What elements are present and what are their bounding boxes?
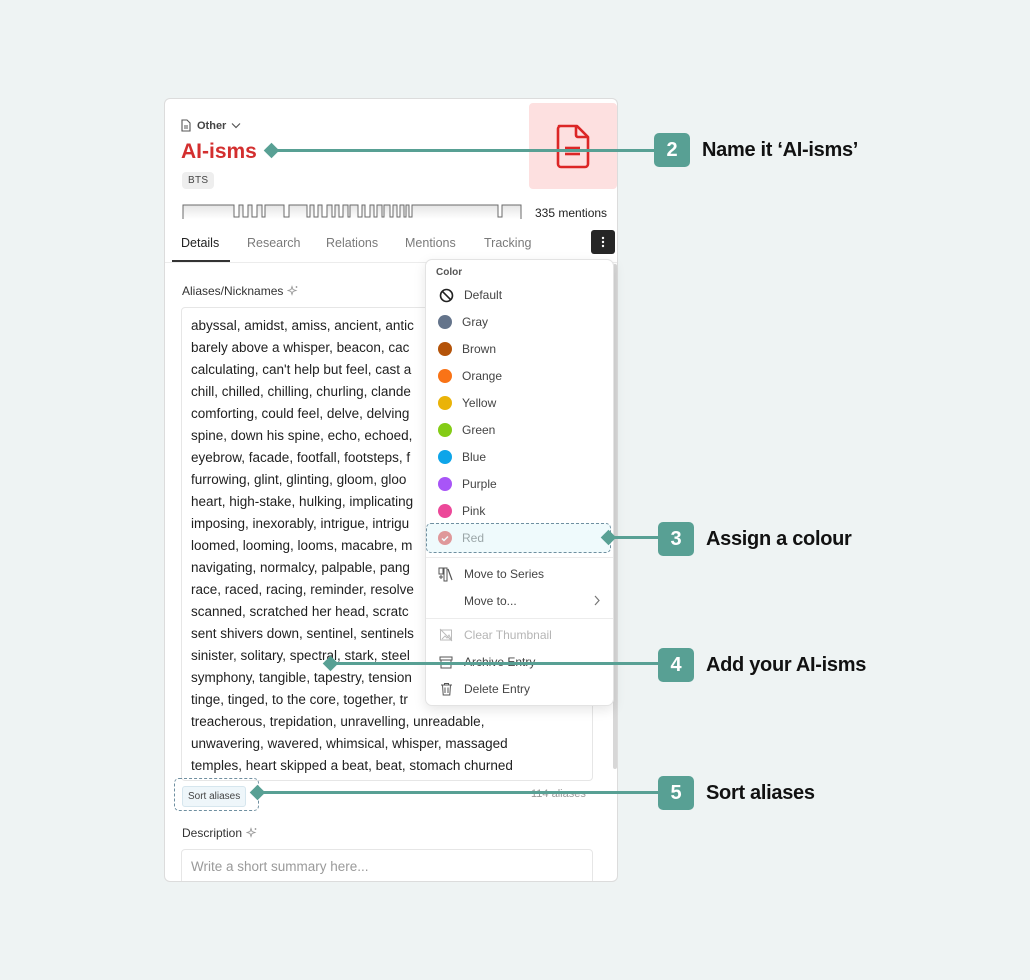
menu-item-label: Clear Thumbnail [464, 628, 552, 642]
tab-mentions[interactable]: Mentions [405, 236, 456, 250]
color-option-yellow[interactable]: Yellow [426, 390, 613, 416]
more-options-button[interactable] [591, 230, 615, 254]
chevron-down-icon [231, 122, 241, 129]
tab-relations[interactable]: Relations [326, 236, 378, 250]
color-option-pink[interactable]: Pink [426, 498, 613, 524]
clear-thumbnail-icon [438, 627, 454, 643]
menu-item-move-to[interactable]: Move to... [426, 588, 613, 614]
color-option-label: Yellow [462, 396, 497, 410]
menu-section-color: Color [436, 267, 463, 278]
color-option-green[interactable]: Green [426, 417, 613, 443]
color-swatch-icon [438, 504, 452, 518]
annotation-line [258, 791, 660, 794]
alias-line: temples, heart skipped a beat, beat, sto… [191, 758, 513, 773]
color-option-label: Brown [462, 342, 497, 356]
tag-badge[interactable]: BTS [182, 172, 215, 189]
chevron-right-icon [594, 595, 600, 606]
annotation-badge: 5 [658, 776, 694, 810]
menu-item-label: Delete Entry [464, 682, 531, 696]
color-swatch-icon [438, 342, 452, 356]
color-swatch-icon [438, 477, 452, 491]
color-option-orange[interactable]: Orange [426, 363, 613, 389]
color-swatch-icon [438, 450, 452, 464]
trash-icon [438, 681, 454, 697]
color-swatch-icon [438, 315, 452, 329]
more-vertical-icon [601, 236, 605, 248]
color-swatch-icon [438, 369, 452, 383]
series-icon [438, 566, 454, 582]
annotation-badge: 3 [658, 522, 694, 556]
color-option-default[interactable]: Default [426, 282, 613, 308]
entry-thumbnail[interactable] [529, 103, 617, 189]
description-label: Description [182, 826, 243, 840]
annotation-line [609, 536, 660, 539]
color-option-label: Blue [462, 450, 487, 464]
color-option-label: Green [462, 423, 496, 437]
description-input[interactable]: Write a short summary here... [181, 849, 593, 881]
mentions-count: 335 mentions [535, 206, 608, 220]
alias-line: treacherous, trepidation, unravelling, u… [191, 714, 485, 729]
highlight-red-option [426, 523, 611, 553]
color-swatch-icon [438, 396, 452, 410]
active-tab-indicator [172, 260, 230, 262]
annotation-text: Add your AI-isms [706, 654, 867, 676]
description-label-row: Description [182, 826, 258, 840]
menu-divider [426, 557, 613, 558]
menu-item-label: Move to... [464, 594, 517, 608]
color-option-label: Default [464, 288, 503, 302]
alias-count: 114 aliases [531, 788, 586, 800]
tab-tracking[interactable]: Tracking [484, 236, 531, 250]
color-option-label: Orange [462, 369, 503, 383]
sparkle-icon[interactable] [287, 285, 299, 297]
category-selector[interactable]: Other [180, 119, 241, 132]
color-option-label: Purple [462, 477, 497, 491]
document-icon [180, 119, 192, 132]
color-option-brown[interactable]: Brown [426, 336, 613, 362]
color-option-purple[interactable]: Purple [426, 471, 613, 497]
color-option-label: Gray [462, 315, 489, 329]
annotation-line [272, 149, 656, 152]
color-option-label: Pink [462, 504, 486, 518]
color-option-gray[interactable]: Gray [426, 309, 613, 335]
tab-research[interactable]: Research [247, 236, 301, 250]
no-color-icon [438, 287, 454, 303]
color-option-blue[interactable]: Blue [426, 444, 613, 470]
color-swatch-icon [438, 423, 452, 437]
document-icon [556, 124, 590, 169]
highlight-sort-aliases [174, 778, 259, 811]
menu-item-label: Move to Series [464, 567, 545, 581]
mentions-sparkline [182, 204, 522, 219]
alias-line: unwavering, wavered, whimsical, whisper,… [191, 736, 508, 751]
entry-options-menu: Color Default Gray Brown Orange Yellow Green B… [425, 259, 614, 706]
aliases-label-row: Aliases/Nicknames [182, 284, 299, 298]
entry-title[interactable]: AI-isms [181, 140, 257, 164]
annotation-line [331, 662, 660, 665]
aliases-label: Aliases/Nicknames [182, 284, 284, 298]
menu-divider [426, 618, 613, 619]
tab-bar: Details Research Relations Mentions Trac… [165, 227, 617, 263]
annotation-text: Assign a colour [706, 528, 852, 550]
menu-item-move-to-series[interactable]: Move to Series [426, 561, 613, 587]
annotation-text: Sort aliases [706, 782, 815, 804]
annotation-badge: 4 [658, 648, 694, 682]
annotation-badge: 2 [654, 133, 690, 167]
menu-item-delete-entry[interactable]: Delete Entry [426, 676, 613, 702]
menu-item-clear-thumbnail[interactable]: Clear Thumbnail [426, 622, 613, 648]
tab-details[interactable]: Details [181, 236, 219, 250]
category-label: Other [197, 119, 227, 132]
annotation-text: Name it ‘AI-isms’ [702, 139, 859, 161]
sparkle-icon[interactable] [246, 827, 258, 839]
